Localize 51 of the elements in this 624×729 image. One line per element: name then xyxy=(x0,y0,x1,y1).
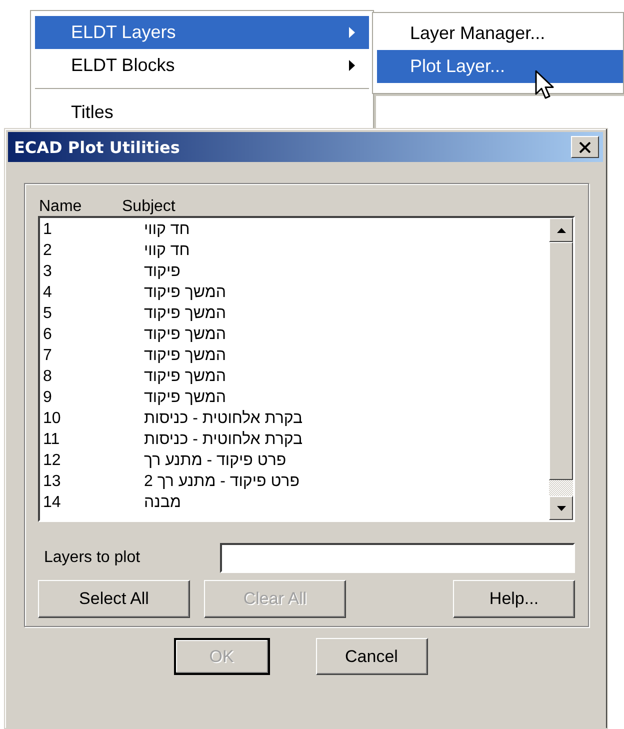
input-field[interactable] xyxy=(220,543,575,573)
list-cell: המשך פיקוד xyxy=(144,326,226,344)
list-cell: המשך פיקוד xyxy=(144,388,226,406)
close-icon xyxy=(579,142,591,152)
menu-item[interactable]: ELDT Blocks xyxy=(35,49,369,82)
list-cell-text: 3 xyxy=(43,262,53,280)
list-cell-text: 14 xyxy=(43,494,62,512)
list-cell: המשך פיקוד xyxy=(144,346,226,364)
list-cell-text: 2 xyxy=(43,242,53,260)
list-cell-text: 4 xyxy=(43,284,53,302)
menu-item[interactable]: Titles xyxy=(35,97,369,123)
scrollbar[interactable] xyxy=(549,218,573,520)
menu-item[interactable]: ELDT Layers xyxy=(35,16,369,49)
list-cell-text: 5 xyxy=(43,304,53,322)
dialog-button[interactable]: Cancel xyxy=(316,638,428,675)
column-header: Name xyxy=(39,198,83,216)
list-cell: המשך פיקוד xyxy=(144,284,226,302)
list-cell: חד קווי xyxy=(144,242,190,260)
scroll-thumb[interactable] xyxy=(549,242,573,480)
list-cell: המשך פיקוד xyxy=(144,304,226,322)
close-button[interactable] xyxy=(571,136,599,158)
scroll-down-button[interactable] xyxy=(549,496,573,520)
scroll-up-button[interactable] xyxy=(549,218,573,242)
list-cell-text: 8 xyxy=(43,368,53,386)
list-cell-text: 7 xyxy=(43,346,53,364)
field-label: Layers to plot xyxy=(43,549,142,567)
down-arrow-icon xyxy=(556,506,566,510)
list-cell-text: 10 xyxy=(43,410,62,428)
layer-list[interactable] xyxy=(38,216,575,522)
list-cell: פיקוד xyxy=(144,262,180,280)
list-cell-text: 11 xyxy=(43,430,61,448)
list-cell: חד קווי xyxy=(144,220,190,238)
dialog-button[interactable]: Select All xyxy=(38,580,190,618)
list-cell: המשך פיקוד xyxy=(144,368,226,386)
list-cell: מבנה xyxy=(144,494,181,512)
menu-item[interactable]: Plot Layer... xyxy=(377,50,623,83)
list-cell-text: 6 xyxy=(43,326,53,344)
list-cell-text: 13 xyxy=(43,472,62,490)
window-title: ECAD Plot Utilities xyxy=(14,138,180,156)
dialog-button[interactable]: Help... xyxy=(453,580,575,618)
list-cell: פרט פיקוד - מתנע רך xyxy=(144,452,286,470)
list-cell-text: 9 xyxy=(43,388,53,406)
list-cell: בקרת אלחוטית - כניסות xyxy=(144,430,303,448)
scroll-track xyxy=(549,480,573,496)
column-header: Subject xyxy=(122,198,176,216)
list-cell: פרט פיקוד - מתנע רך 2 xyxy=(144,472,300,490)
list-cell: בקרת אלחוטית - כניסות xyxy=(144,410,303,428)
list-cell-text: 1 xyxy=(43,220,53,238)
up-arrow-icon xyxy=(556,228,566,232)
menu-item[interactable]: Layer Manager... xyxy=(377,17,623,50)
list-cell-text: 12 xyxy=(43,452,62,470)
